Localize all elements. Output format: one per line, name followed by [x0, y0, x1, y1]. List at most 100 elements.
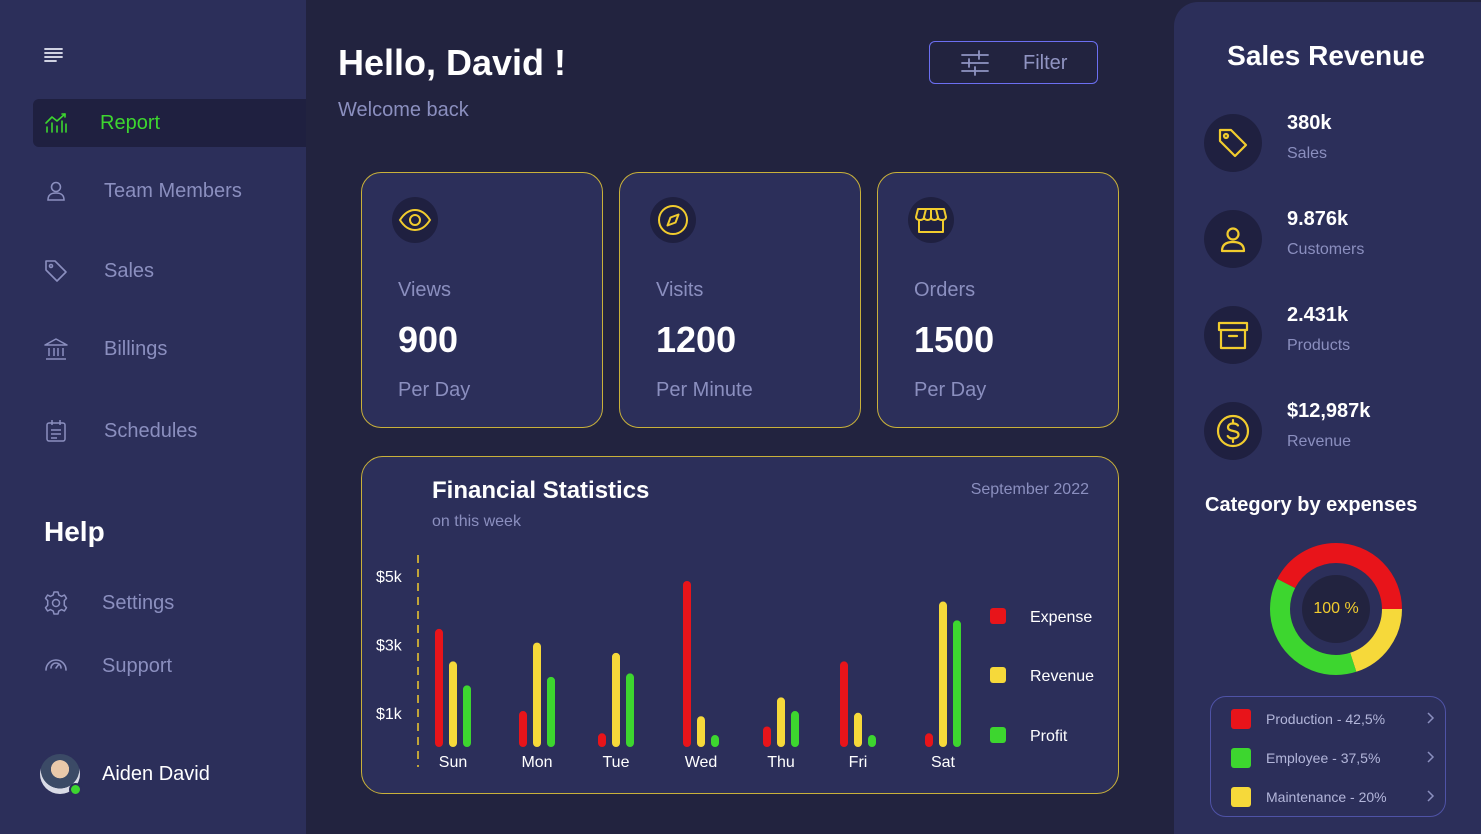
sales-revenue-panel: Sales Revenue 380k Sales 9.876k Customer…: [1174, 2, 1481, 834]
metric-label: Revenue: [1287, 433, 1352, 450]
chevron-right-icon: [1427, 751, 1435, 763]
bar-expense-wed: [683, 580, 691, 747]
sidebar-item-label: Schedules: [104, 419, 198, 442]
filter-label: Filter: [1023, 52, 1068, 74]
category-legend: Production - 42,5% Employee - 37,5% Main…: [1210, 696, 1446, 817]
stat-card-orders[interactable]: Orders 1500 Per Day: [877, 172, 1119, 428]
category-label: Employee - 37,5%: [1266, 750, 1381, 766]
metric-value: 9.876k: [1287, 208, 1349, 230]
metric-revenue: $12,987k Revenue: [1204, 400, 1464, 462]
y-tick-label: $5k: [376, 569, 403, 586]
metric-label: Products: [1287, 337, 1351, 354]
sidebar-item-report[interactable]: Report: [33, 99, 306, 147]
metric-customers: 9.876k Customers: [1204, 208, 1464, 270]
panel-title: Sales Revenue: [1227, 40, 1425, 71]
chevron-right-icon: [1427, 790, 1435, 802]
gear-icon: [43, 590, 69, 616]
stat-card-views[interactable]: Views 900 Per Day: [361, 172, 603, 428]
category-label: Maintenance - 20%: [1266, 789, 1387, 805]
x-tick-label: Wed: [685, 754, 718, 771]
bar-profit-tue: [626, 673, 634, 747]
category-item-production[interactable]: Production - 42,5%: [1229, 708, 1435, 730]
stat-value: 1200: [656, 319, 737, 360]
sidebar-item-support[interactable]: Support: [33, 642, 306, 690]
stat-value: 900: [398, 319, 459, 360]
sidebar-item-label: Sales: [104, 259, 155, 282]
online-status-dot: [69, 783, 82, 796]
bar-expense-fri: [840, 661, 848, 747]
store-icon: [908, 197, 954, 243]
metric-value: 2.431k: [1287, 304, 1349, 326]
stat-unit: Per Day: [398, 379, 471, 401]
bar-revenue-sat: [939, 601, 947, 747]
legend-swatch: [990, 608, 1006, 624]
chart-date[interactable]: September 2022: [971, 481, 1089, 499]
sidebar-item-label: Team Members: [104, 179, 242, 202]
bar-profit-fri: [868, 735, 876, 747]
metric-label: Customers: [1287, 241, 1365, 258]
bar-profit-sun: [463, 685, 471, 747]
chart-subtitle: on this week: [432, 513, 521, 530]
metric-products: 2.431k Products: [1204, 304, 1464, 366]
sidebar-item-settings[interactable]: Settings: [33, 579, 306, 627]
sidebar-item-label: Report: [100, 111, 161, 134]
bar-revenue-fri: [854, 712, 862, 747]
bar-revenue-tue: [612, 652, 620, 747]
color-swatch: [1231, 709, 1251, 729]
legend-label: Expense: [1030, 609, 1092, 626]
chevron-right-icon: [1427, 712, 1435, 724]
compass-icon: [650, 197, 696, 243]
sidebar-item-label: Billings: [104, 337, 168, 360]
financial-statistics-card: $5k $3k $1k Sun Mon Tue Wed Thu Fri Sat Expense Rev…: [361, 456, 1119, 794]
chart-line-icon: [43, 110, 69, 136]
stat-card-visits[interactable]: Visits 1200 Per Minute: [619, 172, 861, 428]
stat-name: Views: [398, 279, 451, 301]
legend-swatch: [990, 727, 1006, 743]
metric-value: 380k: [1287, 112, 1332, 134]
metric-value: $12,987k: [1287, 400, 1371, 422]
legend-label: Profit: [1030, 728, 1068, 745]
support-icon: [43, 653, 69, 679]
sidebar-item-billings[interactable]: Billings: [33, 325, 306, 373]
bar-expense-thu: [763, 726, 771, 747]
sidebar-item-team-members[interactable]: Team Members: [33, 167, 306, 215]
filter-button[interactable]: Filter: [929, 41, 1098, 84]
avatar: [40, 754, 82, 796]
stat-unit: Per Day: [914, 379, 987, 401]
sidebar-item-sales[interactable]: Sales: [33, 247, 306, 295]
sidebar-item-label: Settings: [102, 591, 175, 614]
sidebar-item-label: Support: [102, 654, 173, 677]
bar-revenue-thu: [777, 697, 785, 747]
eye-icon: [392, 197, 438, 243]
y-tick-label: $3k: [376, 637, 403, 654]
x-tick-label: Tue: [603, 754, 630, 771]
stat-unit: Per Minute: [656, 379, 753, 401]
user-icon: [43, 178, 69, 204]
bar-expense-sun: [435, 628, 443, 747]
donut-center-label: 100 %: [1313, 600, 1359, 617]
menu-icon[interactable]: [44, 46, 64, 64]
help-heading: Help: [44, 516, 105, 547]
archive-box-icon: [1204, 306, 1262, 364]
stat-name: Visits: [656, 279, 704, 301]
category-item-employee[interactable]: Employee - 37,5%: [1229, 747, 1435, 769]
user-profile[interactable]: Aiden David: [40, 754, 210, 796]
bar-expense-mon: [519, 711, 527, 747]
bank-icon: [43, 336, 69, 362]
category-label: Production - 42,5%: [1266, 711, 1386, 727]
bar-expense-sat: [925, 733, 933, 747]
metric-label: Sales: [1287, 145, 1328, 162]
user-name: Aiden David: [102, 762, 210, 785]
user-icon: [1204, 210, 1262, 268]
x-tick-label: Fri: [849, 754, 868, 771]
x-tick-label: Sun: [439, 754, 467, 771]
sidebar-item-schedules[interactable]: Schedules: [33, 407, 306, 455]
category-title: Category by expenses: [1205, 494, 1418, 516]
bar-revenue-mon: [533, 642, 541, 747]
calendar-icon: [43, 418, 69, 444]
category-item-maintenance[interactable]: Maintenance - 20%: [1229, 786, 1435, 808]
bar-profit-thu: [791, 711, 799, 747]
page-title: Hello, David !: [338, 42, 567, 83]
x-tick-label: Mon: [521, 754, 552, 771]
bar-profit-wed: [711, 735, 719, 747]
